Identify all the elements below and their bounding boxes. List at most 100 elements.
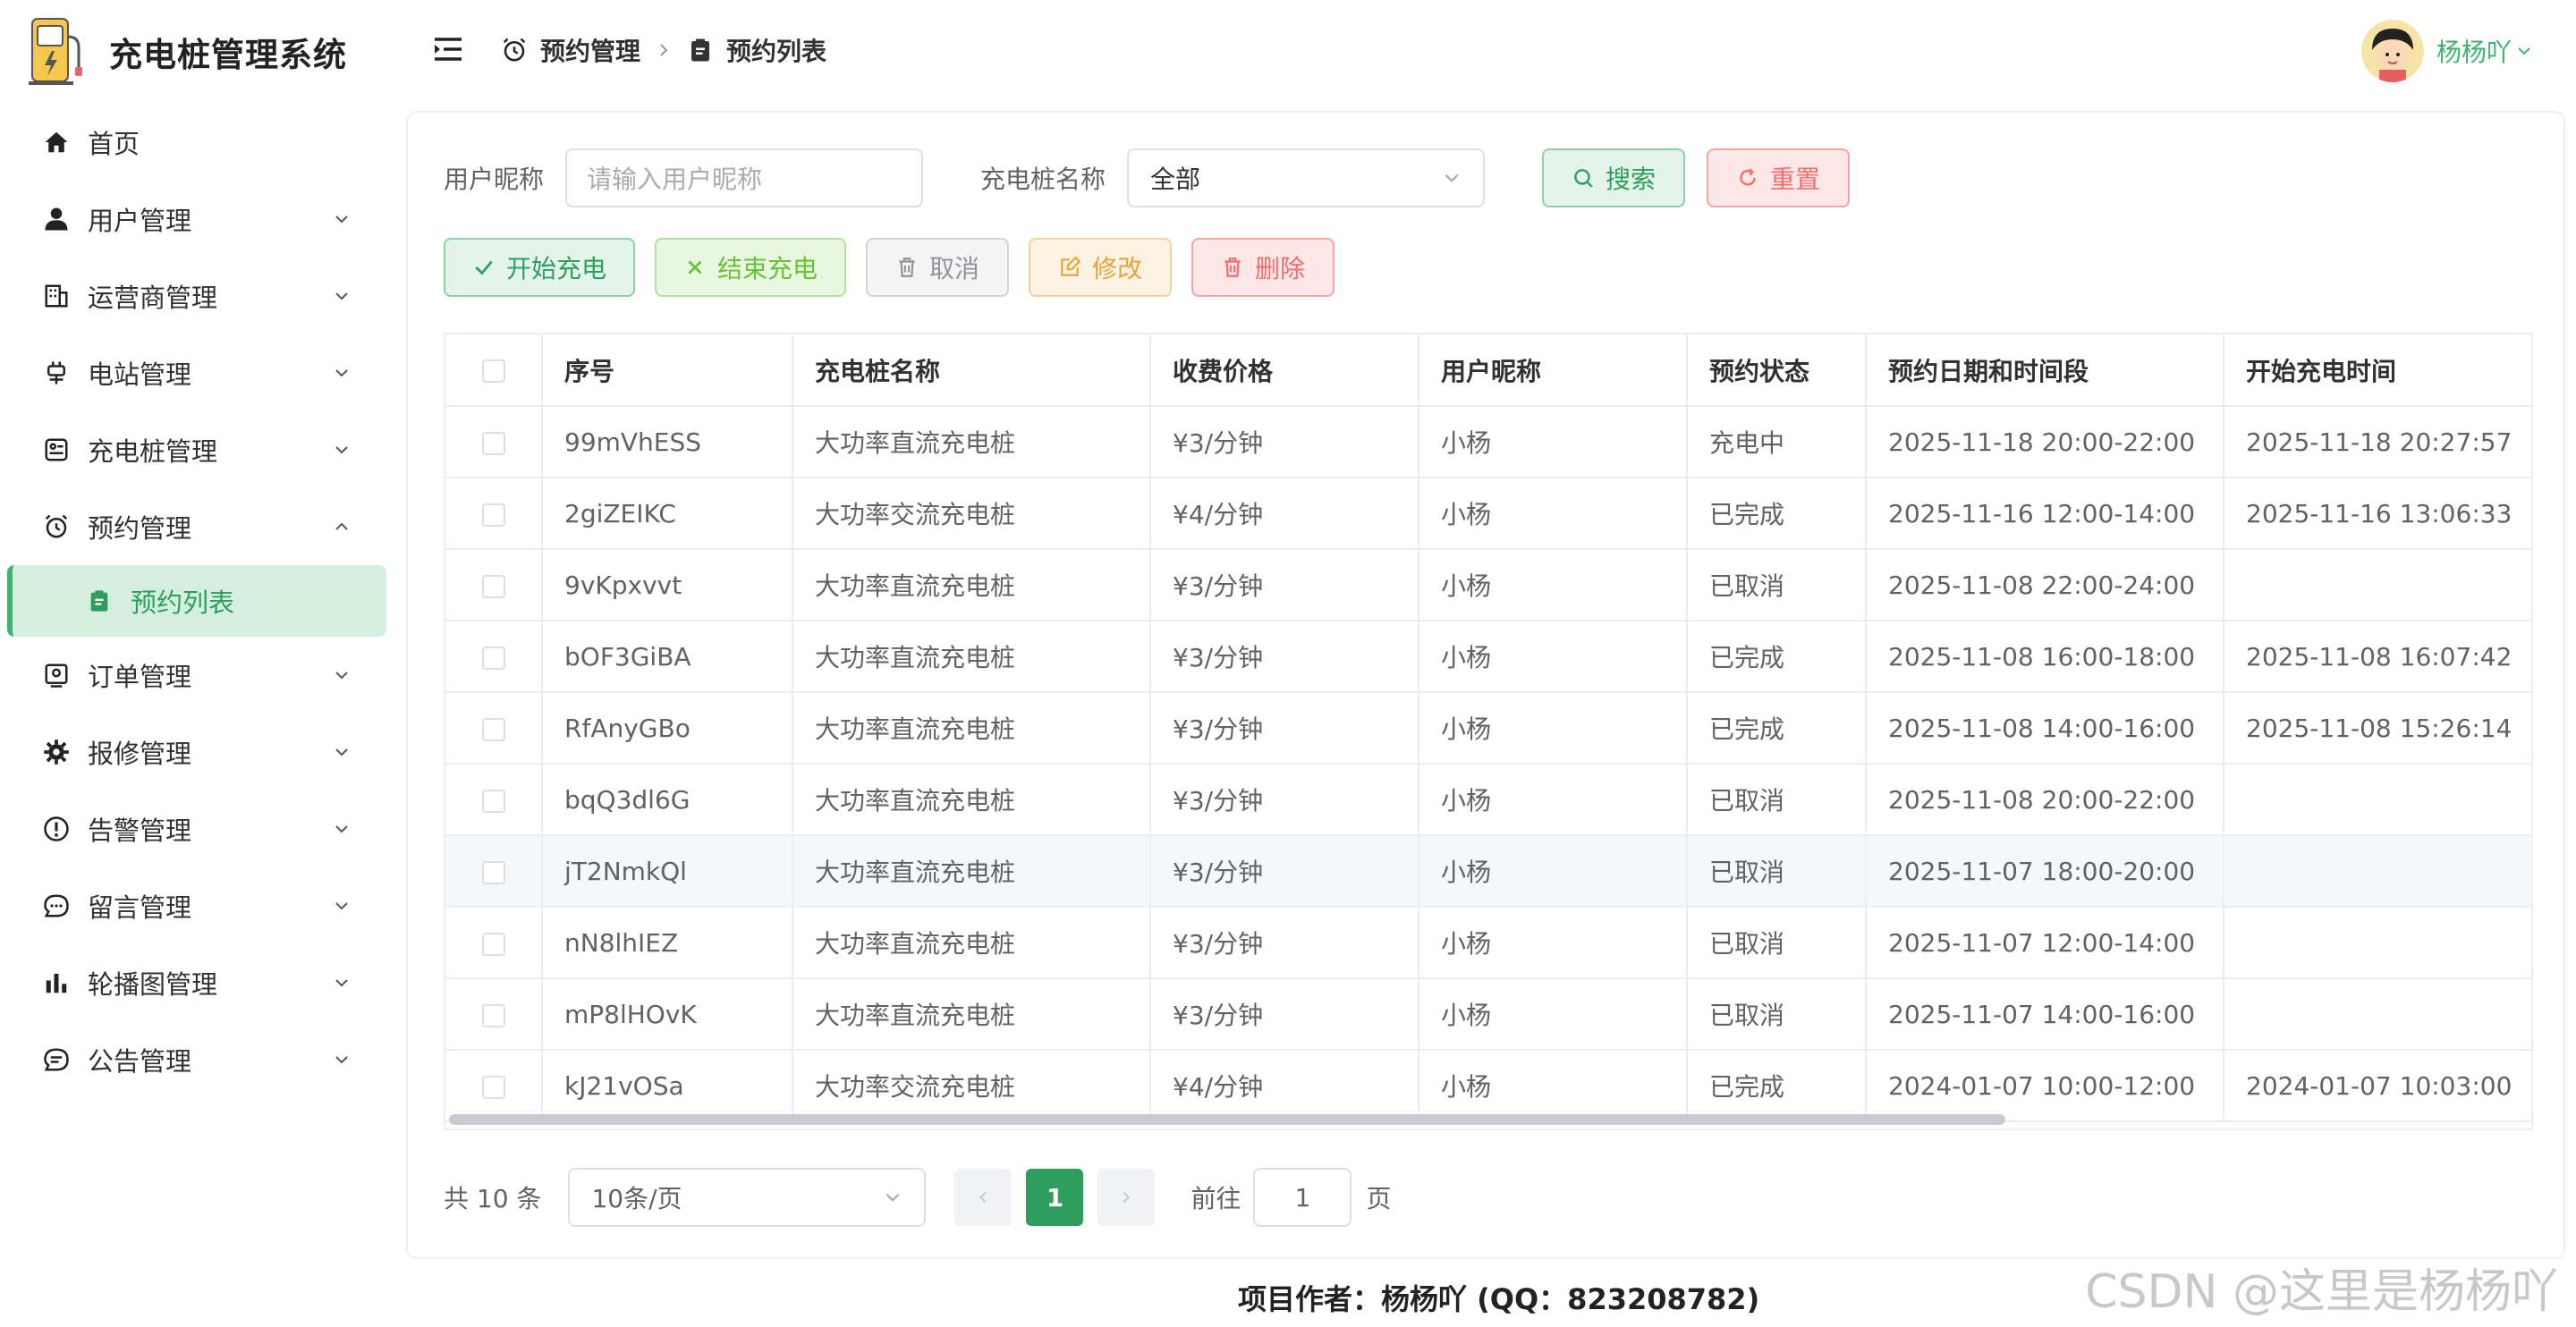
user-icon — [41, 204, 72, 234]
table-cell: 大功率直流充电桩 — [792, 764, 1151, 836]
sidebar-item-carousel[interactable]: 轮播图管理 — [0, 944, 397, 1021]
sidebar-item-operators[interactable]: 运营商管理 — [0, 258, 397, 334]
sidebar-item-label: 轮播图管理 — [88, 969, 218, 1000]
nickname-input[interactable]: 请输入用户昵称 — [565, 148, 924, 207]
row-checkbox-cell[interactable] — [445, 549, 543, 621]
sidebar-item-users[interactable]: 用户管理 — [0, 181, 397, 258]
table-cell: 2024-01-07 10:03:00 — [2224, 1050, 2531, 1122]
page-size-select[interactable]: 10条/页 — [568, 1168, 927, 1227]
row-checkbox-cell[interactable] — [445, 478, 543, 550]
avatar — [2360, 20, 2424, 82]
chevron-down-icon — [335, 825, 348, 833]
sidebar-item-stations[interactable]: 电站管理 — [0, 334, 397, 411]
table-cell: 2025-11-08 14:00-16:00 — [1866, 692, 2224, 765]
table-row[interactable]: 2giZEIKC 大功率交流充电桩 ¥4/分钟 小杨 已完成 2025-11-16 12:… — [445, 478, 2531, 550]
sidebar-item-messages[interactable]: 留言管理 — [0, 867, 397, 944]
row-checkbox[interactable] — [481, 789, 505, 813]
row-checkbox[interactable] — [481, 932, 505, 956]
row-checkbox[interactable] — [481, 1003, 505, 1027]
row-checkbox-cell[interactable] — [445, 907, 543, 979]
row-checkbox[interactable] — [481, 431, 505, 455]
table-row[interactable]: bOF3GiBA 大功率直流充电桩 ¥3/分钟 小杨 已完成 2025-11-08 16:… — [445, 621, 2531, 693]
row-checkbox[interactable] — [481, 503, 505, 527]
table-cell: 2025-11-08 16:07:42 — [2224, 621, 2531, 693]
sidebar-item-label: 预约管理 — [88, 513, 192, 544]
sidebar-item-repairs[interactable]: 报修管理 — [0, 714, 397, 790]
select-all-checkbox-cell[interactable] — [445, 334, 543, 407]
chevron-down-icon — [335, 446, 348, 454]
search-label: 搜索 — [1606, 165, 1657, 194]
nickname-placeholder: 请输入用户昵称 — [587, 165, 763, 194]
row-checkbox-cell[interactable] — [445, 1050, 543, 1122]
row-checkbox[interactable] — [481, 646, 505, 670]
table-row[interactable]: RfAnyGBo 大功率直流充电桩 ¥3/分钟 小杨 已完成 2025-11-08 14:… — [445, 692, 2531, 765]
charger-name-select[interactable]: 全部 — [1127, 148, 1486, 207]
table-cell: 2025-11-08 16:00-18:00 — [1866, 621, 2224, 693]
sidebar-item-home[interactable]: 首页 — [0, 104, 397, 181]
search-button[interactable]: 搜索 — [1542, 148, 1686, 207]
start-charging-label: 开始充电 — [505, 254, 606, 283]
sidebar-item-notices[interactable]: 公告管理 — [0, 1021, 397, 1098]
table-cell: 2025-11-07 18:00-20:00 — [1866, 835, 2224, 908]
header: 预约管理 预约列表 杨杨吖 — [397, 0, 2576, 104]
sidebar-item-alarms[interactable]: 告警管理 — [0, 790, 397, 867]
sidebar-item-label: 订单管理 — [88, 662, 192, 692]
edit-button[interactable]: 修改 — [1029, 238, 1172, 297]
sidebar: 充电桩管理系统 首页 用户管理 运营商管理 电站管理 充电桩管理 预约管理 预约… — [0, 0, 397, 1327]
chevron-down-icon — [335, 216, 348, 224]
user-menu[interactable]: 杨杨吖 — [2360, 20, 2533, 82]
table-cell: 小杨 — [1419, 978, 1688, 1051]
end-charging-button[interactable]: 结束充电 — [655, 238, 846, 297]
row-checkbox[interactable] — [481, 574, 505, 598]
sidebar-item-label: 留言管理 — [88, 892, 192, 923]
select-all-checkbox[interactable] — [481, 359, 505, 383]
table-row[interactable]: bqQ3dl6G 大功率直流充电桩 ¥3/分钟 小杨 已取消 2025-11-08 20:… — [445, 764, 2531, 836]
table-cell: 小杨 — [1419, 549, 1688, 621]
goto-page-input[interactable]: 1 — [1253, 1168, 1352, 1227]
prev-page-button[interactable] — [954, 1169, 1013, 1226]
page-number-button[interactable]: 1 — [1026, 1169, 1084, 1226]
table-cell: 已取消 — [1687, 978, 1867, 1051]
table-cell — [2224, 549, 2531, 621]
table-cell: 已完成 — [1687, 692, 1867, 765]
sidebar-item-reservation-list[interactable]: 预约列表 — [7, 565, 386, 637]
table-cell: 2025-11-16 13:06:33 — [2224, 478, 2531, 550]
table-row[interactable]: 99mVhESS 大功率直流充电桩 ¥3/分钟 小杨 充电中 2025-11-18 20:… — [445, 406, 2531, 478]
breadcrumb-item[interactable]: 预约管理 — [501, 32, 640, 68]
next-page-button[interactable] — [1097, 1169, 1156, 1226]
row-checkbox-cell[interactable] — [445, 978, 543, 1051]
row-checkbox-cell[interactable] — [445, 406, 543, 478]
page-suffix: 页 — [1366, 1184, 1392, 1213]
sidebar-item-chargers[interactable]: 充电桩管理 — [0, 411, 397, 488]
table-cell — [2224, 907, 2531, 979]
table-cell: 小杨 — [1419, 1050, 1688, 1122]
row-checkbox-cell[interactable] — [445, 764, 543, 836]
table-row[interactable]: mP8lHOvK 大功率直流充电桩 ¥3/分钟 小杨 已取消 2025-11-07 14:… — [445, 978, 2531, 1051]
row-checkbox[interactable] — [481, 860, 505, 884]
sidebar-item-reservations[interactable]: 预约管理 — [0, 488, 397, 565]
table-row[interactable]: jT2NmkQl 大功率直流充电桩 ¥3/分钟 小杨 已取消 2025-11-07 18:… — [445, 835, 2531, 908]
table-row[interactable]: kJ21vOSa 大功率交流充电桩 ¥4/分钟 小杨 已完成 2024-01-07 10:… — [445, 1050, 2531, 1122]
row-checkbox[interactable] — [481, 1075, 505, 1099]
chat-icon — [41, 891, 72, 921]
cancel-button[interactable]: 取消 — [866, 238, 1009, 297]
table-cell: mP8lHOvK — [542, 978, 793, 1051]
column-header: 预约状态 — [1687, 334, 1867, 407]
row-checkbox-cell[interactable] — [445, 621, 543, 693]
menu-toggle-icon[interactable] — [433, 36, 463, 63]
plug-icon — [41, 358, 72, 388]
table-cell: 已完成 — [1687, 1050, 1867, 1122]
reset-button[interactable]: 重置 — [1707, 148, 1851, 207]
table-cell: 大功率直流充电桩 — [792, 978, 1151, 1051]
row-checkbox-cell[interactable] — [445, 692, 543, 765]
row-checkbox[interactable] — [481, 717, 505, 741]
trash-icon — [899, 258, 915, 277]
table-cell: 已取消 — [1687, 764, 1867, 836]
horizontal-scrollbar[interactable] — [449, 1114, 2005, 1125]
table-row[interactable]: 9vKpxvvt 大功率直流充电桩 ¥3/分钟 小杨 已取消 2025-11-08 22:… — [445, 549, 2531, 621]
row-checkbox-cell[interactable] — [445, 835, 543, 908]
delete-button[interactable]: 删除 — [1191, 238, 1335, 297]
sidebar-item-orders[interactable]: 订单管理 — [0, 637, 397, 714]
start-charging-button[interactable]: 开始充电 — [444, 238, 635, 297]
table-row[interactable]: nN8lhIEZ 大功率直流充电桩 ¥3/分钟 小杨 已取消 2025-11-07 12:… — [445, 907, 2531, 979]
